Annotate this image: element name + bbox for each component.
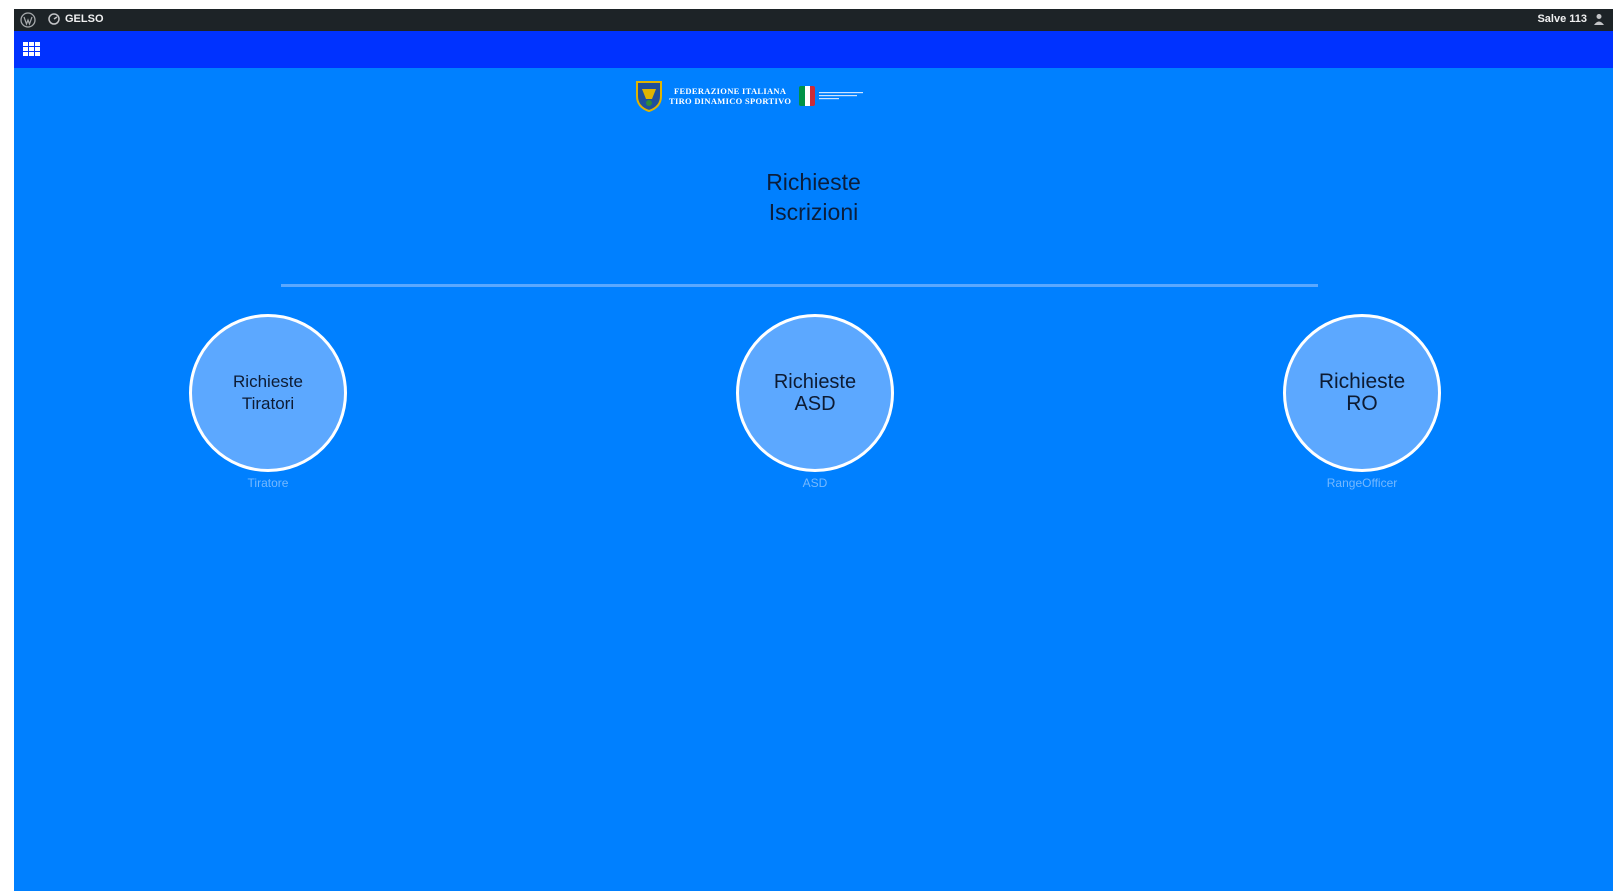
federation-logo: FEDERAZIONE ITALIANA TIRO DINAMICO SPORT… <box>635 78 911 114</box>
richieste-asd-button[interactable]: Richieste ASD <box>736 314 894 472</box>
card-ro: Richieste RO RangeOfficer <box>1282 314 1442 490</box>
card-tiratori: Richieste Tiratori Tiratore <box>188 314 348 490</box>
user-icon <box>1594 14 1604 25</box>
user-account-menu[interactable]: Salve 113 <box>1537 13 1605 25</box>
card-caption: RangeOfficer <box>1326 476 1398 490</box>
dashboard-icon <box>48 13 60 25</box>
admin-bar: GELSO Salve 113 <box>14 9 1613 31</box>
coni-mark <box>819 90 869 103</box>
divider <box>281 284 1318 287</box>
grid-menu-icon[interactable] <box>23 42 41 58</box>
shield-logo-icon <box>636 81 662 112</box>
greeting-text: Salve 113 <box>1537 13 1587 25</box>
italian-flag-icon <box>799 86 816 106</box>
card-caption: Tiratore <box>247 476 289 490</box>
richieste-tiratori-button[interactable]: Richieste Tiratori <box>189 314 347 472</box>
page-frame: GELSO Salve 113 FEDERAZIONE ITALIANA TIR… <box>14 9 1613 891</box>
site-name-link[interactable]: GELSO <box>48 13 104 25</box>
page-title: Richieste Iscrizioni <box>766 169 861 225</box>
card-asd: Richieste ASD ASD <box>735 314 895 490</box>
top-navbar <box>14 31 1613 68</box>
richieste-ro-button[interactable]: Richieste RO <box>1283 314 1441 472</box>
federation-name: FEDERAZIONE ITALIANA TIRO DINAMICO SPORT… <box>669 86 792 106</box>
wordpress-icon[interactable] <box>20 12 36 28</box>
card-caption: ASD <box>802 476 828 490</box>
site-name: GELSO <box>65 13 104 25</box>
